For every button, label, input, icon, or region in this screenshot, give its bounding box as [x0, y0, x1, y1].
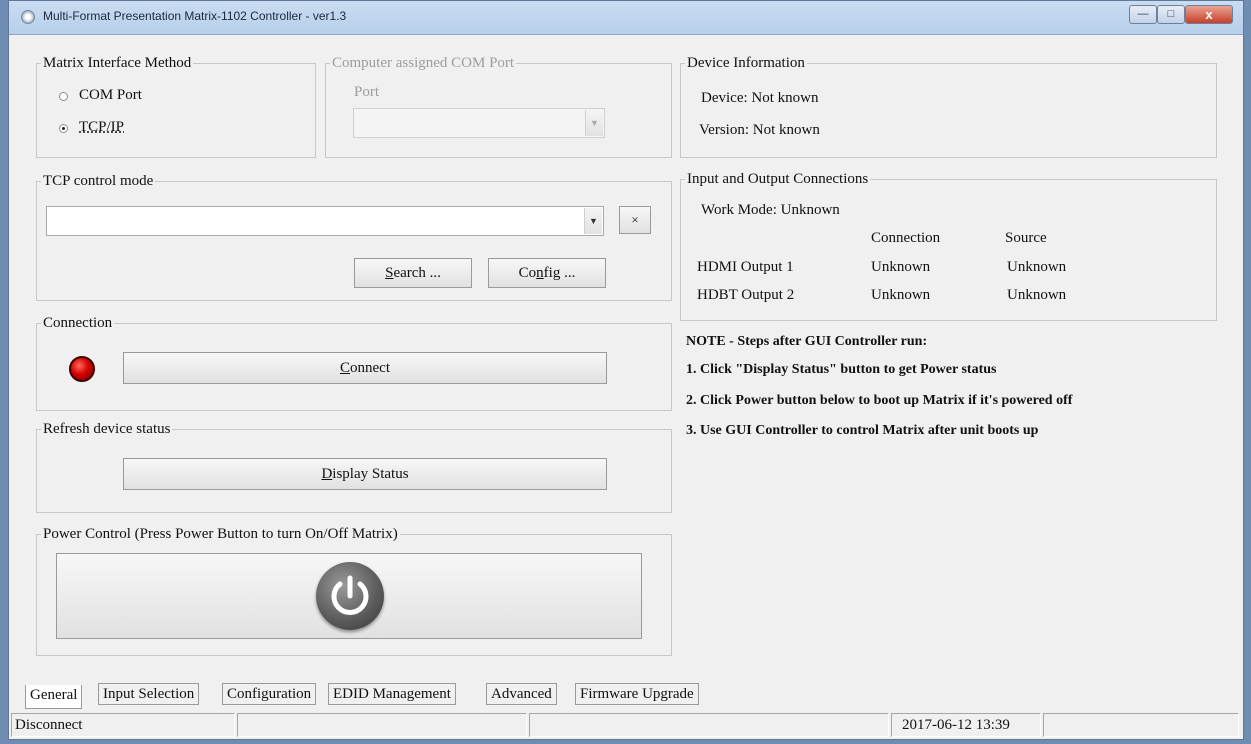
close-icon: × — [631, 212, 639, 227]
power-icon — [316, 562, 384, 630]
interface-method-label: Matrix Interface Method — [41, 55, 194, 72]
refresh-status-group: Refresh device status Display Status — [36, 421, 672, 513]
hdbt-output-name: HDBT Output 2 — [697, 287, 795, 303]
tcp-control-group: TCP control mode ▼ × Search ... Config .… — [36, 173, 672, 301]
hdmi-output-source: Unknown — [1007, 259, 1067, 275]
interface-method-group: Matrix Interface Method COM Port TCP/IP — [36, 55, 316, 158]
app-window: Multi-Format Presentation Matrix-1102 Co… — [8, 0, 1244, 740]
tcpip-radio[interactable] — [59, 124, 68, 133]
io-connections-group: Input and Output Connections Work Mode: … — [680, 171, 1217, 321]
minimize-button[interactable]: — — [1129, 5, 1157, 24]
note-heading: NOTE - Steps after GUI Controller run: — [686, 334, 928, 349]
connection-header: Connection — [871, 230, 941, 246]
source-header: Source — [1005, 230, 1047, 246]
window-title: Multi-Format Presentation Matrix-1102 Co… — [43, 9, 347, 23]
port-select[interactable]: ▼ — [353, 108, 605, 138]
tcp-control-label: TCP control mode — [41, 173, 156, 190]
connect-label-post: onnect — [350, 360, 390, 376]
tcp-device-select[interactable]: ▼ — [46, 206, 604, 236]
io-connections-label: Input and Output Connections — [685, 171, 871, 188]
status-datetime: 2017-06-12 13:39 — [891, 713, 1041, 737]
com-port-radio[interactable] — [59, 92, 68, 101]
app-icon — [21, 10, 35, 24]
com-port-group: Computer assigned COM Port Port ▼ — [325, 55, 672, 158]
com-port-group-label: Computer assigned COM Port — [330, 55, 517, 72]
clear-tcp-button[interactable]: × — [619, 206, 651, 234]
note-step-3: 3. Use GUI Controller to control Matrix … — [686, 423, 1039, 438]
maximize-button[interactable]: □ — [1157, 5, 1185, 24]
tab-edid-management[interactable]: EDID Management — [328, 683, 456, 705]
device-info-group: Device Information Device: Not known Ver… — [680, 55, 1217, 158]
display-status-label-post: isplay Status — [332, 466, 409, 482]
power-control-group: Power Control (Press Power Button to tur… — [36, 526, 672, 656]
display-status-label-accel: D — [321, 466, 333, 482]
search-button[interactable]: Search ... — [354, 258, 472, 288]
power-control-label: Power Control (Press Power Button to tur… — [41, 526, 400, 543]
tab-configuration[interactable]: Configuration — [222, 683, 317, 705]
display-status-button[interactable]: Display Status — [123, 458, 607, 490]
connect-button[interactable]: Connect — [123, 352, 607, 384]
config-label-pre: Co — [518, 265, 537, 281]
status-bar: Disconnect 2017-06-12 13:39 — [9, 713, 1243, 739]
tab-advanced[interactable]: Advanced — [486, 683, 557, 705]
tab-input-selection[interactable]: Input Selection — [98, 683, 200, 705]
refresh-status-label: Refresh device status — [41, 421, 173, 438]
port-label: Port — [354, 84, 380, 100]
chevron-down-icon[interactable]: ▼ — [585, 110, 603, 136]
connect-label-accel: C — [340, 360, 351, 376]
tab-general[interactable]: General — [25, 685, 83, 709]
device-info-label: Device Information — [685, 55, 807, 72]
connection-group: Connection Connect — [36, 315, 672, 411]
search-label-post: earch ... — [393, 265, 441, 281]
hdmi-output-name: HDMI Output 1 — [697, 259, 794, 275]
version-value: Version: Not known — [699, 122, 820, 138]
connection-label: Connection — [41, 315, 115, 332]
status-panel-2 — [237, 713, 527, 737]
note-step-1: 1. Click "Display Status" button to get … — [686, 362, 997, 377]
title-bar[interactable]: Multi-Format Presentation Matrix-1102 Co… — [9, 1, 1243, 35]
work-mode-value: Work Mode: Unknown — [701, 202, 840, 218]
status-text: Disconnect — [11, 713, 235, 737]
status-panel-3 — [529, 713, 889, 737]
config-label-post: fig ... — [543, 265, 576, 281]
hdbt-output-source: Unknown — [1007, 287, 1067, 303]
config-button[interactable]: Config ... — [488, 258, 606, 288]
config-label-accel: n — [536, 265, 544, 281]
tcpip-label[interactable]: TCP/IP — [79, 119, 124, 136]
tab-firmware-upgrade[interactable]: Firmware Upgrade — [575, 683, 699, 705]
chevron-down-icon[interactable]: ▼ — [584, 208, 602, 234]
device-value: Device: Not known — [701, 90, 819, 106]
power-symbol-icon — [331, 575, 369, 615]
hdbt-output-connection: Unknown — [871, 287, 931, 303]
note-step-2: 2. Click Power button below to boot up M… — [686, 393, 1073, 408]
power-button[interactable] — [56, 553, 642, 639]
com-port-label[interactable]: COM Port — [79, 87, 142, 104]
hdmi-output-connection: Unknown — [871, 259, 931, 275]
status-panel-5 — [1043, 713, 1239, 737]
connection-status-led-icon — [69, 356, 95, 382]
close-button[interactable]: x — [1185, 5, 1233, 24]
